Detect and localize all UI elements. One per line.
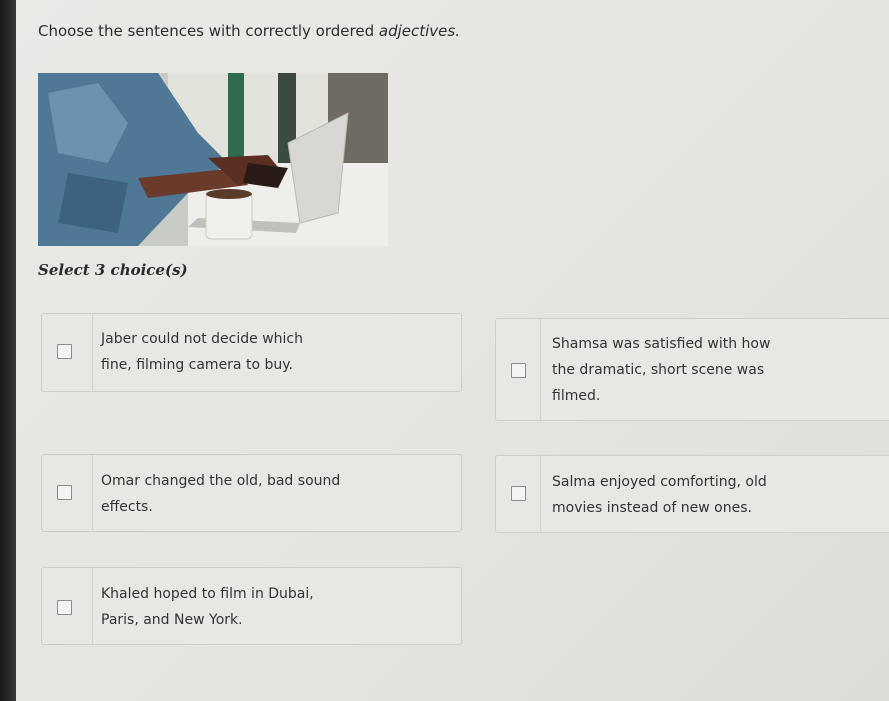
choice-text: Jaber could not decide which fine, filmi… (101, 326, 401, 378)
select-count-label: Select 3 choice(s) (38, 261, 188, 279)
choice-divider (540, 319, 541, 420)
choice-line: Shamsa was satisfied with how (552, 336, 771, 352)
choice-divider (92, 568, 93, 644)
choice-text: Omar changed the old, bad sound effects. (101, 468, 401, 520)
choice-option-2[interactable]: Shamsa was satisfied with how the dramat… (495, 318, 889, 421)
choice-line: effects. (101, 499, 153, 515)
choice-text: Shamsa was satisfied with how the dramat… (552, 331, 832, 409)
choice-line: Omar changed the old, bad sound (101, 473, 341, 489)
choice-line: movies instead of new ones. (552, 500, 752, 516)
choice-line: the dramatic, short scene was (552, 362, 765, 378)
choice-line: Jaber could not decide which (101, 331, 303, 347)
choice-checkbox[interactable] (57, 344, 72, 359)
choice-line: filmed. (552, 388, 601, 404)
choice-line: Salma enjoyed comforting, old (552, 474, 767, 490)
question-emphasis: adjectives. (378, 22, 460, 40)
choice-option-3[interactable]: Omar changed the old, bad sound effects. (41, 454, 462, 532)
choice-checkbox[interactable] (57, 485, 72, 500)
choice-option-5[interactable]: Khaled hoped to film in Dubai, Paris, an… (41, 567, 462, 645)
choice-divider (92, 314, 93, 391)
screen-bezel (0, 0, 16, 701)
person-typing-laptop-image (38, 73, 388, 246)
question-photo (38, 73, 388, 246)
choice-checkbox[interactable] (511, 363, 526, 378)
choice-option-4[interactable]: Salma enjoyed comforting, old movies ins… (495, 455, 889, 533)
choice-line: fine, filming camera to buy. (101, 357, 293, 373)
question-prompt: Choose the sentences with correctly orde… (38, 22, 460, 40)
choice-checkbox[interactable] (511, 486, 526, 501)
choice-line: Khaled hoped to film in Dubai, (101, 586, 314, 602)
choice-divider (92, 455, 93, 531)
choice-divider (540, 456, 541, 532)
question-text: Choose the sentences with correctly orde… (38, 22, 379, 40)
choice-checkbox[interactable] (57, 600, 72, 615)
choice-option-1[interactable]: Jaber could not decide which fine, filmi… (41, 313, 462, 392)
choice-line: Paris, and New York. (101, 612, 243, 628)
choice-text: Khaled hoped to film in Dubai, Paris, an… (101, 581, 401, 633)
choice-text: Salma enjoyed comforting, old movies ins… (552, 469, 852, 521)
